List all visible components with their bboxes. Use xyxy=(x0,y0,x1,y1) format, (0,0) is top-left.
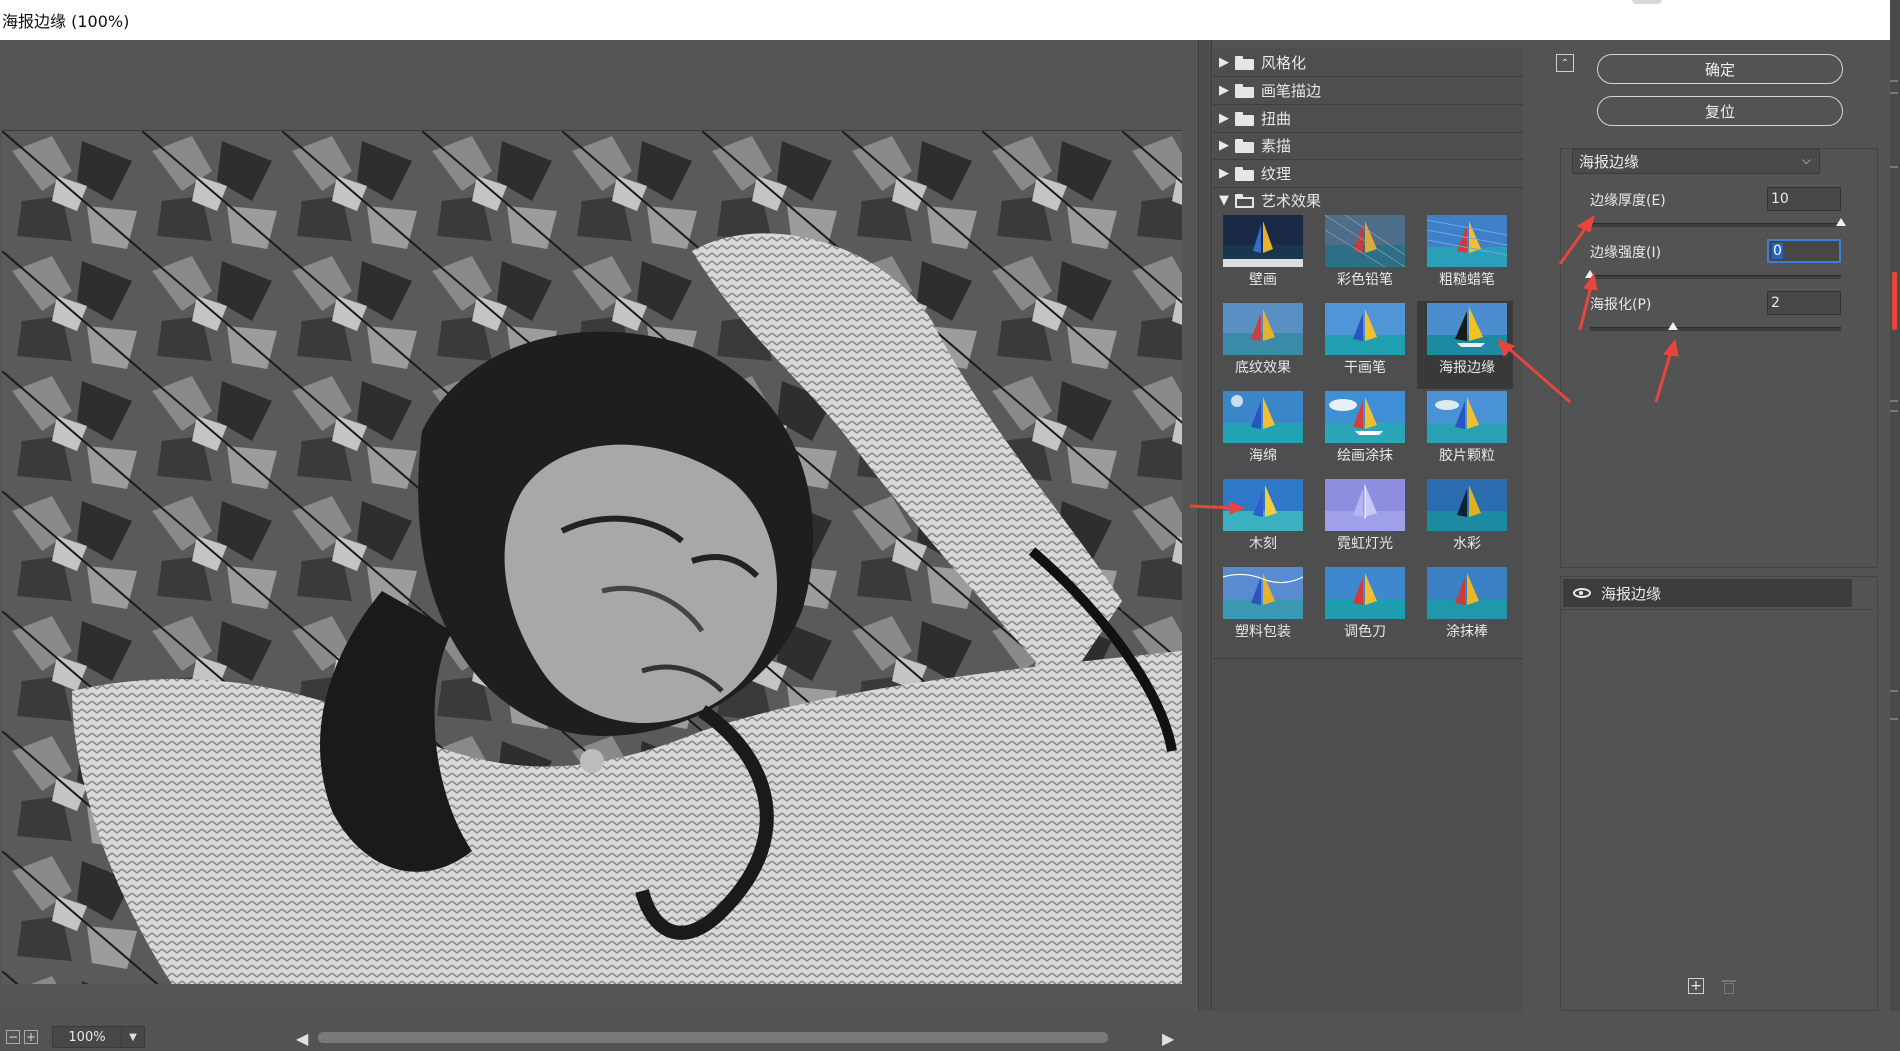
filter-poster-edges[interactable]: 海报边缘 xyxy=(1417,301,1513,389)
category-texture[interactable]: ▶ 纹理 xyxy=(1213,160,1523,188)
category-artistic[interactable]: ▼ 艺术效果 xyxy=(1213,187,1523,214)
zoom-field[interactable]: 100% xyxy=(52,1026,122,1048)
triangle-right-icon: ▶ xyxy=(1219,166,1229,181)
filter-colored-pencil[interactable]: 彩色铅笔 xyxy=(1315,213,1411,301)
thumbnail-image xyxy=(1223,567,1303,619)
triangle-right-icon: ▶ xyxy=(1219,138,1229,153)
filter-select[interactable]: 海报边缘 ⌵ xyxy=(1572,149,1820,174)
titlebar-notch xyxy=(1632,0,1662,4)
triangle-right-icon: ▶ xyxy=(1219,55,1229,70)
horizontal-scrollbar[interactable]: ◀ ▶ xyxy=(296,1027,1176,1048)
thumbnail-image xyxy=(1427,303,1507,355)
parameters-box xyxy=(1560,148,1878,568)
thumbnail-image xyxy=(1427,391,1507,443)
reset-button[interactable]: 复位 xyxy=(1597,96,1843,126)
posterization-input[interactable]: 2 xyxy=(1767,291,1841,315)
collapse-icon[interactable]: ⌃ xyxy=(1556,54,1574,72)
window-title: 海报边缘 (100%) xyxy=(2,12,130,31)
folder-icon xyxy=(1235,166,1255,181)
zoom-dropdown[interactable]: ▼ xyxy=(122,1026,145,1048)
chevron-down-icon: ▼ xyxy=(129,1031,137,1043)
effect-layers-box: 海报边缘 xyxy=(1560,576,1878,1011)
layer-actions: + xyxy=(1688,978,1736,994)
posterization-slider[interactable] xyxy=(1590,322,1841,331)
triangle-right-icon: ▶ xyxy=(1219,111,1229,126)
thumbnail-image xyxy=(1325,303,1405,355)
category-stylize[interactable]: ▶ 风格化 xyxy=(1213,49,1523,77)
scroll-thumb[interactable] xyxy=(318,1032,1108,1043)
new-effect-layer-icon[interactable]: + xyxy=(1688,978,1704,994)
thumbnail-image xyxy=(1223,303,1303,355)
window-edge xyxy=(1890,0,1900,1011)
filter-fresco[interactable]: 壁画 xyxy=(1213,213,1309,301)
thumbnail-image xyxy=(1325,215,1405,267)
preview-area: − + 100% ▼ ◀ ▶ xyxy=(0,40,1198,1048)
gallery-divider xyxy=(1213,658,1523,659)
triangle-down-icon: ▼ xyxy=(1219,193,1229,208)
filter-gallery: ▶ 风格化 ▶ 画笔描边 ▶ 扭曲 ▶ 素描 ▶ 纹理 ▼ 艺术效果 壁画 彩色… xyxy=(1213,48,1523,1011)
slider-handle[interactable] xyxy=(1585,270,1595,278)
thumbnail-image xyxy=(1427,215,1507,267)
thumbnail-image xyxy=(1325,479,1405,531)
slider-handle[interactable] xyxy=(1836,218,1846,226)
edge-thickness-slider[interactable] xyxy=(1590,218,1846,227)
filter-plastic-wrap[interactable]: 塑料包装 xyxy=(1213,565,1309,653)
filter-cutout[interactable]: 木刻 xyxy=(1213,477,1309,565)
edge-intensity-label: 边缘强度(I) xyxy=(1590,245,1662,261)
filter-watercolor[interactable]: 水彩 xyxy=(1417,477,1513,565)
edge-intensity-slider[interactable] xyxy=(1585,270,1841,279)
filter-rough-pastels[interactable]: 粗糙蜡笔 xyxy=(1417,213,1513,301)
filter-palette-knife[interactable]: 调色刀 xyxy=(1315,565,1411,653)
thumbnail-image xyxy=(1325,567,1405,619)
edge-thickness-label: 边缘厚度(E) xyxy=(1590,193,1666,209)
folder-icon xyxy=(1235,83,1255,98)
thumbnail-image xyxy=(1427,479,1507,531)
posterization-label: 海报化(P) xyxy=(1590,297,1652,313)
thumbnail-image xyxy=(1325,391,1405,443)
slider-handle[interactable] xyxy=(1667,322,1678,330)
preview-image xyxy=(2,131,1182,984)
triangle-right-icon: ▶ xyxy=(1219,83,1229,98)
edge-scroll-indicator xyxy=(1892,272,1897,330)
settings-panel: ⌃ 确定 复位 海报边缘 ⌵ 边缘厚度(E) 10 边缘强度(I) 0 海报化(… xyxy=(1540,40,1890,1011)
thumbnail-image xyxy=(1223,215,1303,267)
scroll-left-icon[interactable]: ◀ xyxy=(296,1029,308,1048)
folder-icon xyxy=(1235,111,1255,126)
trash-icon[interactable] xyxy=(1722,978,1736,994)
filter-underpainting[interactable]: 底纹效果 xyxy=(1213,301,1309,389)
panel-splitter[interactable] xyxy=(1198,40,1212,1011)
folder-icon xyxy=(1235,55,1255,70)
effect-layer[interactable]: 海报边缘 xyxy=(1563,579,1852,607)
thumbnail-image xyxy=(1223,479,1303,531)
category-brush-strokes[interactable]: ▶ 画笔描边 xyxy=(1213,77,1523,105)
filter-film-grain[interactable]: 胶片颗粒 xyxy=(1417,389,1513,477)
category-distort[interactable]: ▶ 扭曲 xyxy=(1213,105,1523,133)
edge-intensity-input[interactable]: 0 xyxy=(1767,239,1841,263)
thumbnail-image xyxy=(1427,567,1507,619)
title-bar: 海报边缘 (100%) xyxy=(0,0,1890,40)
minus-square-icon[interactable]: − xyxy=(6,1030,20,1044)
filter-smudge-stick[interactable]: 涂抹棒 xyxy=(1417,565,1513,653)
filter-neon-glow[interactable]: 霓虹灯光 xyxy=(1315,477,1411,565)
scroll-right-icon[interactable]: ▶ xyxy=(1162,1029,1174,1048)
preview-canvas[interactable] xyxy=(2,130,1182,984)
eye-icon[interactable] xyxy=(1573,588,1591,598)
filter-dry-brush[interactable]: 干画笔 xyxy=(1315,301,1411,389)
chevron-down-icon: ⌵ xyxy=(1801,153,1811,167)
filter-sponge[interactable]: 海绵 xyxy=(1213,389,1309,477)
thumbnail-image xyxy=(1223,391,1303,443)
filter-paint-daubs[interactable]: 绘画涂抹 xyxy=(1315,389,1411,477)
layer-divider xyxy=(1561,609,1873,610)
edge-thickness-input[interactable]: 10 xyxy=(1767,187,1841,211)
preview-toolbar: − + 100% ▼ ◀ ▶ xyxy=(0,1023,1198,1051)
ok-button[interactable]: 确定 xyxy=(1597,54,1843,84)
folder-open-icon xyxy=(1235,193,1255,208)
plus-square-icon[interactable]: + xyxy=(24,1030,38,1044)
folder-icon xyxy=(1235,138,1255,153)
category-sketch[interactable]: ▶ 素描 xyxy=(1213,132,1523,160)
